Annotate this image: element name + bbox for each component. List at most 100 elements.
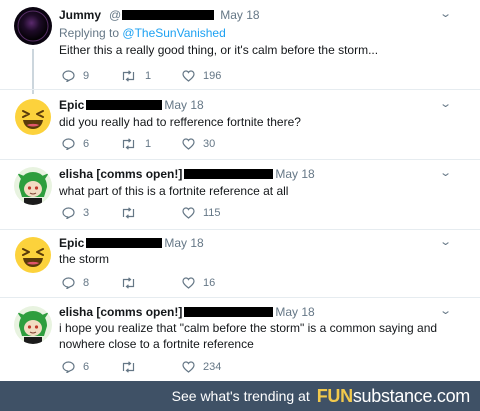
reply-icon (62, 277, 75, 289)
avatar[interactable] (14, 167, 52, 205)
reply-thread: Jummy @ May 18 ⌄ Replying to @TheSunVani… (0, 0, 480, 381)
tweet-elisha-reply[interactable]: elisha [comms open!] May 18 ⌄ i hope you… (0, 304, 480, 379)
redacted-handle (184, 169, 274, 179)
display-name[interactable]: Epic (59, 98, 84, 112)
laughing-emoji-icon (15, 237, 51, 273)
like-count: 234 (203, 361, 222, 373)
chevron-down-icon[interactable]: ⌄ (439, 166, 452, 180)
reply-icon (62, 361, 75, 373)
like-button[interactable]: 30 (182, 138, 215, 150)
retweet-icon (122, 361, 135, 373)
like-button[interactable]: 115 (182, 207, 221, 219)
tweet-text: Either this a really good thing, or it's… (59, 43, 379, 57)
display-name[interactable]: Jummy (59, 8, 101, 22)
like-count: 30 (203, 138, 216, 150)
retweet-button[interactable] (120, 207, 145, 219)
tweet-epic[interactable]: Epic May 18 ⌄ did you really had to reff… (0, 97, 480, 157)
display-name[interactable]: elisha [comms open!] (59, 305, 182, 319)
tweet-epic-reply[interactable]: Epic May 18 ⌄ the storm 8 16 (0, 235, 480, 295)
replying-label: Replying to (59, 26, 120, 40)
retweet-icon (122, 138, 135, 150)
timestamp[interactable]: May 18 (220, 8, 259, 22)
redacted-handle (86, 238, 163, 248)
tweet-header: Jummy @ May 18 (59, 7, 260, 23)
retweet-count: 1 (145, 138, 152, 150)
tweet-text: i hope you realize that "calm before the… (59, 321, 438, 351)
heart-icon (182, 277, 195, 289)
tweet-header: elisha [comms open!] May 18 (59, 166, 315, 182)
reply-button[interactable]: 6 (62, 138, 89, 150)
timestamp[interactable]: May 18 (164, 98, 203, 112)
reply-count: 6 (83, 361, 90, 373)
retweet-icon (122, 277, 135, 289)
timestamp[interactable]: May 18 (275, 305, 314, 319)
avatar[interactable] (14, 7, 52, 45)
tweet-text: did you really had to refference fortnit… (59, 115, 301, 129)
retweet-icon (122, 70, 135, 82)
reply-icon (62, 138, 75, 150)
timestamp[interactable]: May 18 (275, 167, 314, 181)
retweet-count: 1 (145, 70, 152, 82)
redacted-handle (86, 100, 163, 110)
like-button[interactable]: 196 (182, 70, 221, 82)
funsubstance-logo[interactable]: FUNsubstance.com (316, 385, 471, 407)
retweet-button[interactable]: 1 (120, 70, 151, 82)
avatar[interactable] (14, 98, 52, 136)
reply-count: 8 (83, 277, 90, 289)
redacted-handle (122, 10, 215, 20)
dark-sphere-avatar-icon (14, 7, 52, 45)
tweet-jummy[interactable]: Jummy @ May 18 ⌄ Replying to @TheSunVani… (0, 7, 480, 94)
display-name[interactable]: Epic (59, 236, 84, 250)
tweet-elisha[interactable]: elisha [comms open!] May 18 ⌄ what part … (0, 166, 480, 228)
redacted-handle (184, 307, 274, 317)
reply-button[interactable]: 3 (62, 207, 89, 219)
green-character-icon (14, 306, 52, 344)
like-button[interactable]: 234 (182, 361, 221, 373)
replying-handle-link[interactable]: @TheSunVanished (122, 26, 225, 40)
timestamp[interactable]: May 18 (164, 236, 203, 250)
display-name[interactable]: elisha [comms open!] (59, 167, 182, 181)
laughing-emoji-icon (15, 99, 51, 135)
tweet-text: what part of this is a fortnite referenc… (59, 184, 289, 198)
replying-to: Replying to @TheSunVanished (59, 26, 226, 40)
like-count: 196 (203, 70, 222, 82)
reply-count: 9 (83, 70, 90, 82)
tweet-text: the storm (59, 252, 110, 266)
tweet-header: Epic May 18 (59, 97, 204, 113)
divider (0, 229, 480, 230)
heart-icon (182, 70, 195, 82)
chevron-down-icon[interactable]: ⌄ (439, 304, 452, 318)
avatar[interactable] (14, 236, 52, 274)
chevron-down-icon[interactable]: ⌄ (439, 97, 452, 111)
chevron-down-icon[interactable]: ⌄ (439, 235, 452, 249)
reply-button[interactable]: 6 (62, 361, 89, 373)
reply-icon (62, 207, 75, 219)
chevron-down-icon[interactable]: ⌄ (439, 7, 452, 21)
tweet-header: elisha [comms open!] May 18 (59, 304, 315, 320)
green-character-icon (14, 167, 52, 205)
like-button[interactable]: 16 (182, 277, 215, 289)
divider (0, 89, 480, 90)
logo-fun: FUN (316, 385, 353, 406)
like-count: 115 (203, 207, 221, 219)
retweet-button[interactable] (120, 277, 145, 289)
reply-button[interactable]: 9 (62, 70, 89, 82)
avatar[interactable] (14, 306, 52, 344)
logo-com: .com (432, 385, 470, 406)
retweet-button[interactable] (120, 361, 145, 373)
logo-substance: substance (352, 385, 433, 406)
divider (0, 159, 480, 160)
heart-icon (182, 207, 195, 219)
reply-icon (62, 70, 75, 82)
heart-icon (182, 361, 195, 373)
reply-button[interactable]: 8 (62, 277, 89, 289)
retweet-icon (122, 207, 135, 219)
thread-line (32, 49, 34, 94)
funsubstance-banner[interactable]: See what's trending at FUNsubstance.com (0, 381, 480, 411)
banner-text: See what's trending at (171, 388, 310, 404)
divider (0, 297, 480, 298)
reply-count: 6 (83, 138, 90, 150)
heart-icon (182, 138, 195, 150)
retweet-button[interactable]: 1 (120, 138, 151, 150)
reply-count: 3 (83, 207, 90, 219)
